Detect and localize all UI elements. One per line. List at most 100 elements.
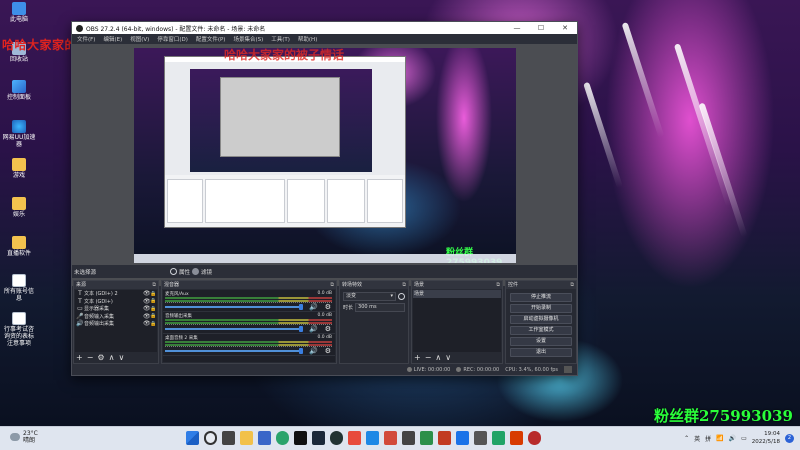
volume-slider[interactable] [165,306,301,308]
move-up-button[interactable]: ∧ [109,353,115,362]
visibility-eye-icon[interactable]: 👁 [143,298,151,305]
speaker-icon[interactable]: 🔊 [309,325,318,333]
minimize-button[interactable]: — [505,24,529,32]
gear-icon[interactable]: ⚙ [325,303,331,311]
duration-input[interactable]: 300 ms [355,303,405,312]
add-scene-button[interactable]: + [414,353,421,362]
desktop-icon-notes[interactable]: 行事考试咨询资的表标注意事项 [2,312,36,352]
menu-file[interactable]: 文件(F) [77,35,95,43]
weather-widget[interactable]: 23°C 晴朗 [10,430,38,444]
excel-icon[interactable] [492,431,505,445]
obs-icon[interactable] [330,431,343,445]
exit-button[interactable]: 退出 [510,348,572,357]
steam-icon[interactable] [312,431,325,445]
source-settings-button[interactable]: ⚙ [97,353,104,362]
move-up-button[interactable]: ∧ [435,353,441,362]
app-icon[interactable] [348,431,361,445]
preview-area[interactable]: 哈哈大家家的被子情话 粉丝群275993039 [72,44,577,286]
dock-float-icon[interactable]: ⧉ [152,281,156,289]
stop-streaming-button[interactable]: 停止推流 [510,293,572,302]
menu-scene-collection[interactable]: 场景集合(S) [233,35,263,43]
visibility-eye-icon[interactable]: 👁 [143,305,151,312]
gear-icon[interactable] [398,293,405,300]
source-item[interactable]: ▭ 显示器采集 👁 🔒 [75,305,157,313]
visibility-eye-icon[interactable]: 👁 [143,313,151,320]
volume-icon[interactable]: 🔊 [729,435,736,442]
menu-edit[interactable]: 编辑(E) [103,35,122,43]
volume-slider-thumb[interactable] [299,304,303,310]
move-down-button[interactable]: ∨ [118,353,124,362]
search-icon[interactable] [204,431,217,445]
ime-indicator[interactable]: 拼 [705,434,711,443]
app-icon[interactable] [474,431,487,445]
volume-slider[interactable] [165,328,301,330]
remove-source-button[interactable]: − [87,353,94,362]
dock-float-icon[interactable]: ⧉ [402,281,406,289]
start-icon[interactable] [186,431,199,445]
menu-profile[interactable]: 配置文件(P) [196,35,226,43]
menu-view[interactable]: 视图(V) [130,35,149,43]
remove-scene-button[interactable]: − [425,353,432,362]
filters-button[interactable]: 滤镜 [192,268,212,276]
lock-icon[interactable]: 🔒 [150,306,157,312]
desktop-icon-entertainment[interactable]: 娱乐 [2,197,36,233]
move-down-button[interactable]: ∨ [445,353,451,362]
app-icon[interactable] [384,431,397,445]
menu-help[interactable]: 帮助(H) [298,35,317,43]
app-icon[interactable] [438,431,451,445]
tray-overflow-icon[interactable]: ⌃ [684,435,689,442]
desktop-icon-this-pc[interactable]: 此电脑 [2,2,36,38]
menu-tools[interactable]: 工具(T) [271,35,290,43]
dock-float-icon[interactable]: ⧉ [570,281,574,289]
volume-slider[interactable] [165,350,301,352]
app-icon[interactable] [456,431,469,445]
close-button[interactable]: ✕ [553,24,577,32]
studio-mode-button[interactable]: 工作室模式 [510,326,572,335]
menu-docks[interactable]: 停靠窗口(D) [157,35,188,43]
start-recording-button[interactable]: 开始录制 [510,304,572,313]
lock-icon[interactable]: 🔒 [150,321,157,327]
app-icon[interactable] [528,431,541,445]
edge-icon[interactable] [276,431,289,445]
volume-slider-thumb[interactable] [299,326,303,332]
store-icon[interactable] [258,431,271,445]
start-virtual-camera-button[interactable]: 启动虚拟摄像机 [510,315,572,324]
source-item[interactable]: T 文本 (GDI+) 2 👁 🔒 [75,290,157,298]
lock-icon[interactable]: 🔒 [150,313,157,319]
transition-select[interactable]: 淡变 ▾ [343,292,396,301]
desktop-icon-games[interactable]: 游戏 [2,158,36,194]
dock-float-icon[interactable]: ⧉ [496,281,500,289]
desktop-icon-uu[interactable]: 网易UU加速器 [2,120,36,156]
app-icon[interactable] [402,431,415,445]
dock-float-icon[interactable]: ⧉ [330,281,334,289]
desktop-icon-live-software[interactable]: 直播软件 [2,236,36,272]
visibility-eye-icon[interactable]: 👁 [143,290,151,297]
speaker-icon[interactable]: 🔊 [309,347,318,355]
lock-icon[interactable]: 🔒 [150,291,157,297]
tiktok-icon[interactable] [294,431,307,445]
settings-button[interactable]: 设置 [510,337,572,346]
volume-slider-thumb[interactable] [299,348,303,354]
battery-icon[interactable]: ▭ [741,435,747,442]
maximize-button[interactable]: ☐ [529,24,553,32]
language-indicator[interactable]: 英 [694,434,700,443]
properties-button[interactable]: 属性 [170,268,190,276]
gear-icon[interactable]: ⚙ [325,347,331,355]
app-icon[interactable] [420,431,433,445]
file-explorer-icon[interactable] [240,431,253,445]
add-source-button[interactable]: + [76,353,83,362]
desktop-icon-accounts[interactable]: 所有账号信息 [2,274,36,310]
source-item[interactable]: 🔊 音频输出采集 👁 🔒 [75,320,157,328]
task-view-icon[interactable] [222,431,235,445]
gear-icon[interactable]: ⚙ [325,325,331,333]
notification-badge[interactable]: 2 [785,433,794,443]
source-item[interactable]: 🎤 音频输入采集 👁 🔒 [75,313,157,321]
app-icon[interactable] [366,431,379,445]
lock-icon[interactable]: 🔒 [150,298,157,304]
wps-icon[interactable] [510,431,523,445]
visibility-eye-icon[interactable]: 👁 [143,320,151,327]
wifi-icon[interactable]: 📶 [716,435,723,442]
clock[interactable]: 19:04 2022/5/18 [752,430,780,446]
preview-canvas[interactable]: 哈哈大家家的被子情话 粉丝群275993039 [134,48,516,263]
source-item[interactable]: T 文本 (GDI+) 👁 🔒 [75,298,157,306]
